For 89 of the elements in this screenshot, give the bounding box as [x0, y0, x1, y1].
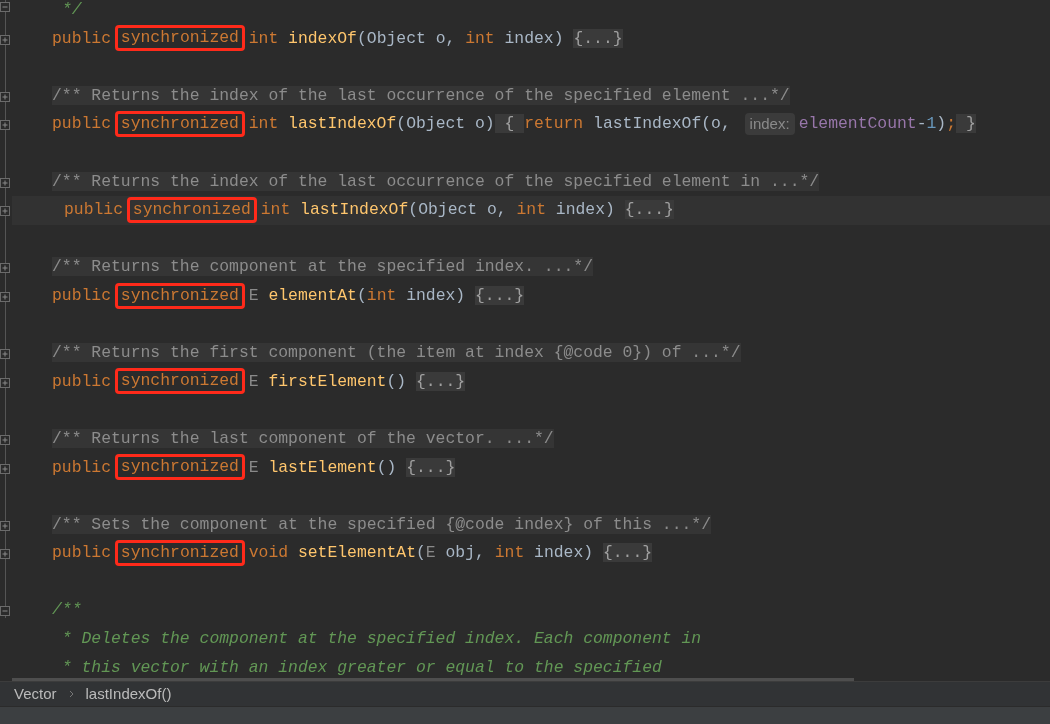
expand-icon[interactable] [0, 463, 10, 474]
keyword: public [52, 543, 113, 563]
code-text: () [386, 371, 408, 391]
keyword: synchronized [114, 368, 245, 395]
expand-icon[interactable] [0, 206, 10, 217]
keyword: public [64, 200, 125, 220]
method-name: lastElement [268, 457, 377, 477]
keyword: return [524, 114, 585, 134]
expand-icon[interactable] [0, 349, 10, 360]
keyword: public [52, 457, 113, 477]
folded-code: } [956, 114, 976, 134]
keyword: int [494, 543, 526, 563]
method-name: firstElement [268, 371, 387, 391]
code-text: (Object o, [408, 200, 508, 220]
code-text: index) [555, 200, 616, 220]
code-text: index) [504, 28, 565, 48]
keyword: synchronized [114, 25, 245, 52]
doc-comment: /** [52, 600, 82, 620]
keyword: int [247, 28, 280, 48]
keyword: int [259, 200, 292, 220]
type-parameter: E [247, 371, 260, 391]
keyword: void [247, 543, 290, 563]
keyword: synchronized [126, 196, 257, 223]
folded-comment: /** Sets the component at the specified {@code index} of this ...*/ [52, 514, 711, 534]
code-text: lastIndexOf(o, [593, 114, 732, 134]
keyword: synchronized [114, 282, 245, 309]
method-name: elementAt [268, 285, 357, 305]
number-literal: 1 [926, 114, 937, 134]
keyword: public [52, 114, 113, 134]
folded-comment: /** Returns the last component of the vector. ...*/ [52, 428, 554, 448]
folded-code: {...} [475, 285, 525, 305]
keyword: int [465, 28, 496, 48]
folded-code: { [494, 114, 525, 134]
expand-icon[interactable] [0, 177, 10, 188]
keyword: int [366, 285, 398, 305]
keyword: synchronized [114, 111, 245, 138]
keyword: synchronized [114, 539, 245, 566]
keyword: ; [946, 114, 957, 134]
code-text: () [376, 457, 398, 477]
doc-comment: * Deletes the component at the specified index. Each component in [60, 629, 702, 649]
collapse-icon[interactable] [0, 2, 10, 12]
collapse-icon[interactable] [0, 606, 10, 617]
code-text: - [916, 114, 927, 134]
method-name: setElementAt [297, 543, 416, 563]
code-text: (Object o) [396, 114, 495, 134]
keyword: synchronized [114, 454, 245, 481]
keyword: public [52, 371, 113, 391]
code-text: ) [936, 114, 947, 134]
folded-comment: /** Returns the index of the last occurrence of the specified element ...*/ [52, 85, 790, 105]
type-parameter: E [425, 543, 436, 563]
expand-icon[interactable] [0, 520, 10, 531]
expand-icon[interactable] [0, 377, 10, 388]
expand-icon[interactable] [0, 291, 10, 302]
expand-icon[interactable] [0, 263, 10, 274]
expand-icon[interactable] [0, 434, 10, 445]
code-text: obj, [444, 543, 486, 563]
method-name: lastIndexOf [288, 114, 397, 134]
code-text: index) [406, 285, 467, 305]
keyword: public [52, 28, 113, 48]
chevron-icon [68, 690, 74, 698]
keyword: int [516, 200, 547, 220]
folded-code: {...} [416, 371, 466, 391]
field-name: elementCount [798, 114, 917, 134]
expand-icon[interactable] [0, 549, 10, 560]
folded-code: {...} [573, 28, 623, 48]
method-name: indexOf [288, 28, 357, 48]
expand-icon[interactable] [0, 34, 10, 45]
breadcrumb-item[interactable]: lastIndexOf() [85, 682, 172, 706]
parameter-hint: index: [744, 113, 795, 136]
code-text: ( [416, 543, 426, 563]
folded-comment: /** Returns the first component (the item at index {@code 0}) of ...*/ [52, 343, 741, 363]
expand-icon[interactable] [0, 91, 10, 102]
type-parameter: E [247, 285, 260, 305]
type-parameter: E [247, 457, 260, 477]
code-text: ( [356, 285, 367, 305]
folded-code: {...} [624, 200, 674, 220]
code-text: (Object o, [356, 28, 457, 48]
method-name: lastIndexOf [300, 200, 409, 220]
keyword: public [52, 285, 113, 305]
folded-comment: /** Returns the component at the specified index. ...*/ [52, 257, 593, 277]
breadcrumb-item[interactable]: Vector [14, 682, 57, 706]
code-text: index) [534, 543, 595, 563]
keyword: int [247, 114, 280, 134]
folded-code: {...} [406, 457, 456, 477]
doc-comment: */ [60, 0, 82, 19]
folded-code: {...} [602, 543, 653, 563]
folded-comment: /** Returns the index of the last occurrence of the specified element in ...*/ [52, 171, 820, 191]
expand-icon[interactable] [0, 120, 10, 131]
doc-comment: * this vector with an index greater or equal to the specified [60, 657, 662, 677]
